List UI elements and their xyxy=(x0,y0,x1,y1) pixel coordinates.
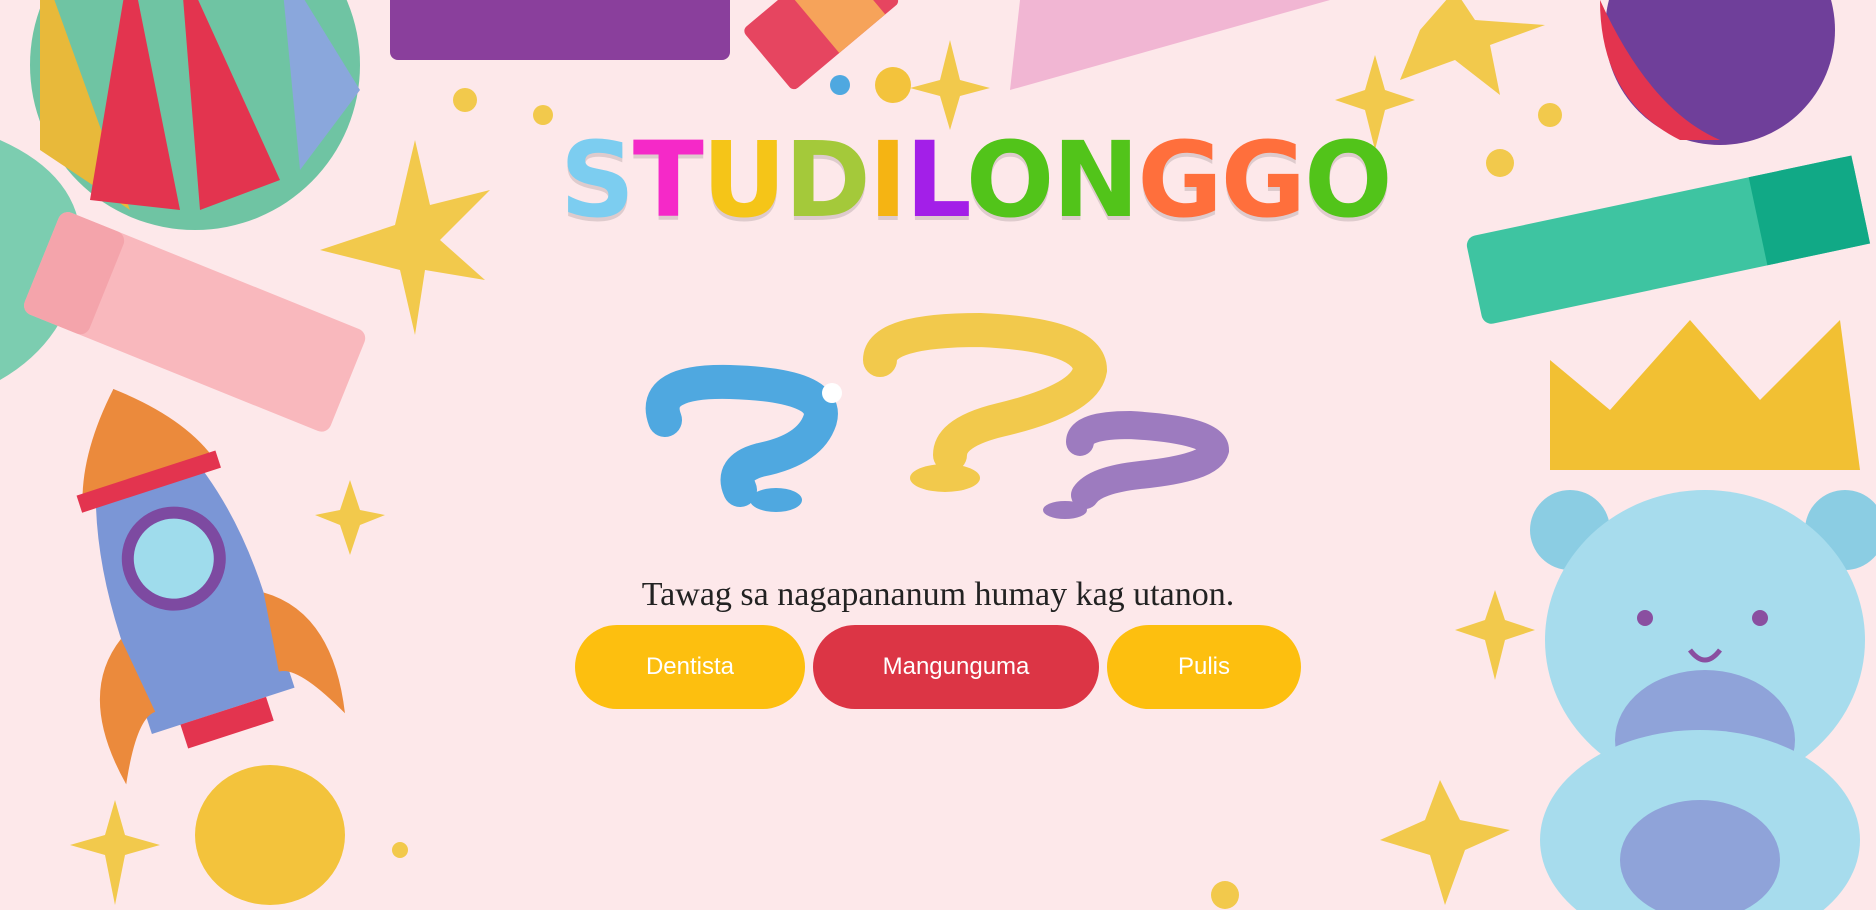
logo-letter: G xyxy=(1220,119,1306,241)
beach-ball-icon xyxy=(30,0,360,230)
answer-button-pulis[interactable]: Pulis xyxy=(1107,625,1301,709)
answer-button-mangunguma[interactable]: Mangunguma xyxy=(813,625,1099,709)
logo-letter: S xyxy=(560,119,635,241)
logo-letter: U xyxy=(701,119,786,241)
answer-button-dentista[interactable]: Dentista xyxy=(575,625,805,709)
logo-letter: T xyxy=(632,119,704,241)
question-marks-icon xyxy=(645,312,1230,519)
answer-options: Dentista Mangunguma Pulis xyxy=(0,625,1876,709)
logo-letter: N xyxy=(1052,119,1139,241)
logo-wordmark: STUDILONGGO xyxy=(560,119,1393,241)
logo-letter: L xyxy=(905,119,968,241)
logo-letter: D xyxy=(784,119,870,241)
question-text: Tawag sa nagapananum humay kag utanon. xyxy=(641,576,1235,613)
ball-icon xyxy=(1600,0,1835,145)
crown-icon xyxy=(1550,320,1860,470)
logo-letter: G xyxy=(1137,119,1222,241)
logo-letter: O xyxy=(965,119,1054,241)
avatar-icon xyxy=(830,67,911,103)
logo-letter: O xyxy=(1304,119,1392,241)
crayon-icon xyxy=(24,212,366,432)
triangle-icon xyxy=(1010,0,1330,90)
crayon-icon xyxy=(1466,155,1871,324)
purple-block-icon xyxy=(390,0,730,60)
logo-letter: I xyxy=(868,119,908,241)
studilonggo-logo: STUDILONGGO xyxy=(560,100,1393,250)
flame-icon xyxy=(195,765,345,905)
